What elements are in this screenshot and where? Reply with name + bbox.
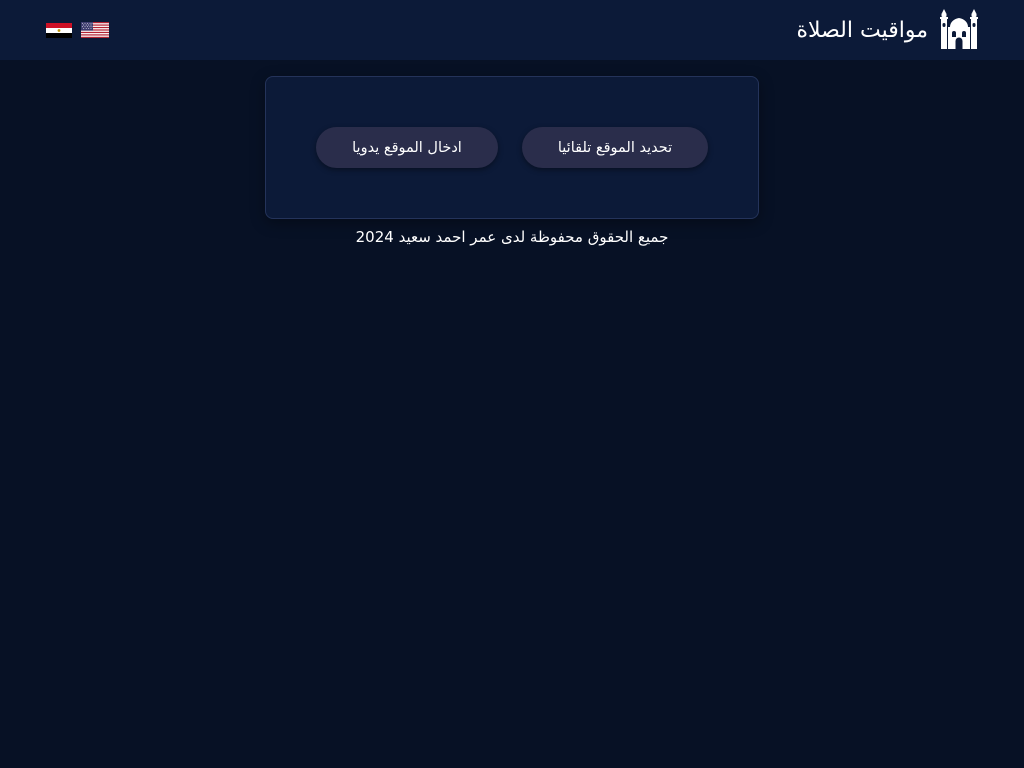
manual-location-button[interactable]: ادخال الموقع يدويا	[316, 127, 498, 168]
mosque-icon	[940, 9, 978, 49]
brand[interactable]: مواقيت الصلاة	[796, 9, 980, 51]
app-title: مواقيت الصلاة	[796, 17, 928, 43]
language-switcher	[46, 22, 109, 38]
copyright-text: جميع الحقوق محفوظة لدى عمر احمد سعيد 202…	[355, 228, 669, 246]
location-card: تحديد الموقع تلقائيا ادخال الموقع يدويا	[265, 76, 759, 219]
auto-location-button[interactable]: تحديد الموقع تلقائيا	[522, 127, 708, 168]
top-navbar: مواقيت الصلاة	[0, 0, 1024, 60]
usa-flag-icon[interactable]	[81, 22, 109, 38]
egypt-flag-icon[interactable]	[46, 22, 72, 38]
